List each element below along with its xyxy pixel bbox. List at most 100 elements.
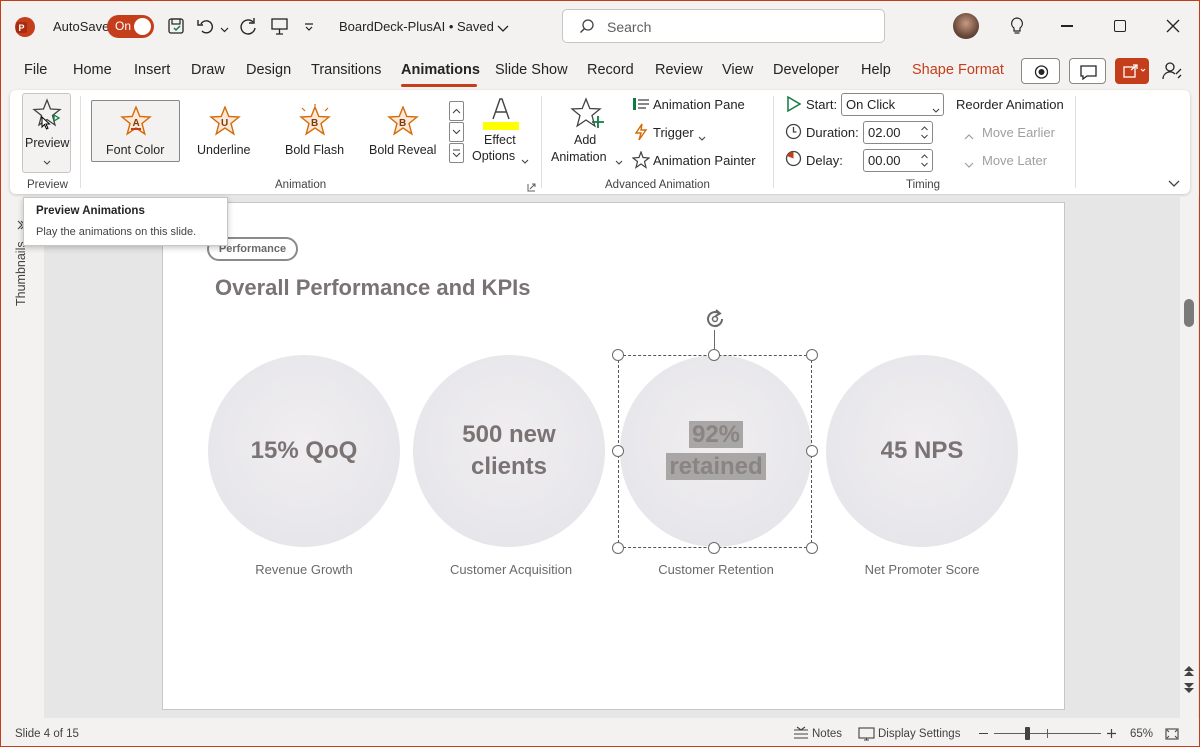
- comments-button[interactable]: [1069, 58, 1106, 84]
- resize-handle-bottom-right[interactable]: [806, 542, 818, 554]
- animation-pane-label[interactable]: Animation Pane: [653, 97, 745, 112]
- kpi-caption-revenue[interactable]: Revenue Growth: [208, 562, 400, 577]
- zoom-in-icon[interactable]: [1107, 729, 1116, 738]
- kpi-circle-revenue[interactable]: 15% QoQ: [208, 355, 400, 547]
- reorder-animation-label: Reorder Animation: [956, 97, 1064, 112]
- kpi-caption-nps[interactable]: Net Promoter Score: [826, 562, 1018, 577]
- notes-button[interactable]: Notes: [812, 728, 842, 740]
- rotate-handle-icon[interactable]: [703, 307, 727, 331]
- resize-handle-bottom[interactable]: [708, 542, 720, 554]
- previous-slide-icon[interactable]: [1182, 664, 1196, 678]
- tab-transitions[interactable]: Transitions: [311, 62, 381, 78]
- mouse-cursor-icon: [41, 115, 51, 130]
- animation-underline[interactable]: U Underline: [182, 101, 270, 161]
- resize-handle-bottom-left[interactable]: [612, 542, 624, 554]
- duration-input[interactable]: 02.00: [863, 121, 933, 144]
- move-earlier-button[interactable]: Move Earlier: [982, 125, 1055, 140]
- animation-dialog-launcher-icon[interactable]: [527, 180, 536, 192]
- delay-spin-icon[interactable]: [920, 151, 929, 170]
- autosave-toggle[interactable]: On: [107, 15, 154, 38]
- maximize-icon[interactable]: [1114, 20, 1126, 32]
- next-slide-icon[interactable]: [1182, 681, 1196, 695]
- start-select[interactable]: On Click: [841, 93, 944, 116]
- tab-draw[interactable]: Draw: [191, 62, 225, 78]
- display-settings-icon[interactable]: [858, 726, 875, 742]
- thumbnails-label[interactable]: Thumbnails: [14, 241, 28, 306]
- timing-group-label: Timing: [906, 179, 941, 191]
- notes-icon[interactable]: [793, 726, 809, 742]
- customize-toolbar-icon[interactable]: [304, 20, 314, 31]
- user-avatar[interactable]: [953, 13, 979, 39]
- tab-animations[interactable]: Animations: [401, 62, 480, 78]
- zoom-slider-thumb[interactable]: [1025, 727, 1030, 740]
- tab-view[interactable]: View: [722, 62, 753, 78]
- tab-help[interactable]: Help: [861, 62, 891, 78]
- kpi-circle-nps[interactable]: 45 NPS: [826, 355, 1018, 547]
- trigger-label[interactable]: Trigger: [653, 125, 694, 140]
- coauthor-icon[interactable]: [1161, 60, 1183, 82]
- duration-clock-icon: [785, 123, 802, 140]
- search-box[interactable]: Search: [562, 9, 885, 43]
- animation-painter-icon[interactable]: [631, 150, 651, 169]
- zoom-out-icon[interactable]: [979, 733, 988, 735]
- close-icon[interactable]: [1166, 19, 1180, 33]
- resize-handle-left[interactable]: [612, 445, 624, 457]
- undo-dropdown-chevron-icon[interactable]: [220, 22, 229, 33]
- record-button[interactable]: [1021, 58, 1060, 84]
- tab-shape-format[interactable]: Shape Format: [912, 62, 1004, 78]
- trigger-chevron-icon[interactable]: [698, 130, 706, 141]
- resize-handle-right[interactable]: [806, 445, 818, 457]
- animation-bold-flash[interactable]: B Bold Flash: [272, 101, 360, 161]
- tab-developer[interactable]: Developer: [773, 62, 839, 78]
- zoom-level[interactable]: 65%: [1130, 728, 1153, 740]
- selection-frame: [618, 355, 812, 548]
- lightbulb-icon[interactable]: [1009, 16, 1025, 36]
- tab-review[interactable]: Review: [655, 62, 703, 78]
- tab-design[interactable]: Design: [246, 62, 291, 78]
- resize-handle-top-right[interactable]: [806, 349, 818, 361]
- duration-value: 02.00: [868, 125, 901, 140]
- undo-icon[interactable]: [196, 16, 218, 36]
- tab-record[interactable]: Record: [587, 62, 634, 78]
- resize-handle-top-left[interactable]: [612, 349, 624, 361]
- duration-label: Duration:: [806, 125, 859, 140]
- animation-bold-reveal[interactable]: B Bold Reveal: [362, 101, 450, 161]
- gallery-more-icon[interactable]: [449, 143, 464, 163]
- present-from-beginning-icon[interactable]: [269, 16, 291, 36]
- animation-pane-icon[interactable]: [632, 96, 650, 112]
- add-animation-button[interactable]: Add Animation: [548, 93, 626, 167]
- gallery-scroll-down-icon[interactable]: [449, 122, 464, 142]
- move-later-button[interactable]: Move Later: [982, 153, 1047, 168]
- animation-font-color[interactable]: A Font Color: [92, 101, 180, 161]
- trigger-icon[interactable]: [633, 123, 649, 141]
- slide-count[interactable]: Slide 4 of 15: [15, 728, 79, 740]
- tab-slide-show[interactable]: Slide Show: [495, 62, 568, 78]
- slide-title[interactable]: Overall Performance and KPIs: [215, 275, 530, 301]
- ribbon-collapse-chevron-icon[interactable]: [1168, 176, 1180, 187]
- status-bar: Slide 4 of 15 Notes Display Settings 65%: [0, 722, 1200, 747]
- scrollbar-thumb[interactable]: [1184, 299, 1194, 327]
- tab-home[interactable]: Home: [73, 62, 112, 78]
- title-chevron-down-icon[interactable]: [497, 21, 509, 32]
- effect-options-button[interactable]: Effect Options: [468, 93, 534, 167]
- tab-file[interactable]: File: [24, 62, 47, 78]
- delay-input[interactable]: 00.00: [863, 149, 933, 172]
- kpi-circle-acquisition[interactable]: 500 new clients: [413, 355, 605, 547]
- preview-button[interactable]: Preview: [22, 93, 71, 173]
- redo-icon[interactable]: [237, 16, 259, 36]
- fit-slide-icon[interactable]: [1164, 726, 1180, 742]
- vertical-scrollbar[interactable]: [1180, 197, 1198, 718]
- animation-painter-label[interactable]: Animation Painter: [653, 153, 756, 168]
- save-icon[interactable]: [166, 16, 186, 36]
- kpi-caption-retention[interactable]: Customer Retention: [620, 562, 812, 577]
- document-title[interactable]: BoardDeck-PlusAI • Saved: [339, 19, 494, 34]
- gallery-scroll-up-icon[interactable]: [449, 101, 464, 121]
- display-settings-button[interactable]: Display Settings: [878, 728, 960, 740]
- duration-spin-icon[interactable]: [920, 123, 929, 142]
- share-button[interactable]: [1115, 58, 1149, 84]
- resize-handle-top[interactable]: [708, 349, 720, 361]
- tab-insert[interactable]: Insert: [134, 62, 170, 78]
- minimize-icon[interactable]: [1061, 25, 1073, 27]
- kpi-caption-acquisition[interactable]: Customer Acquisition: [415, 562, 607, 577]
- powerpoint-logo-icon: P: [14, 16, 36, 38]
